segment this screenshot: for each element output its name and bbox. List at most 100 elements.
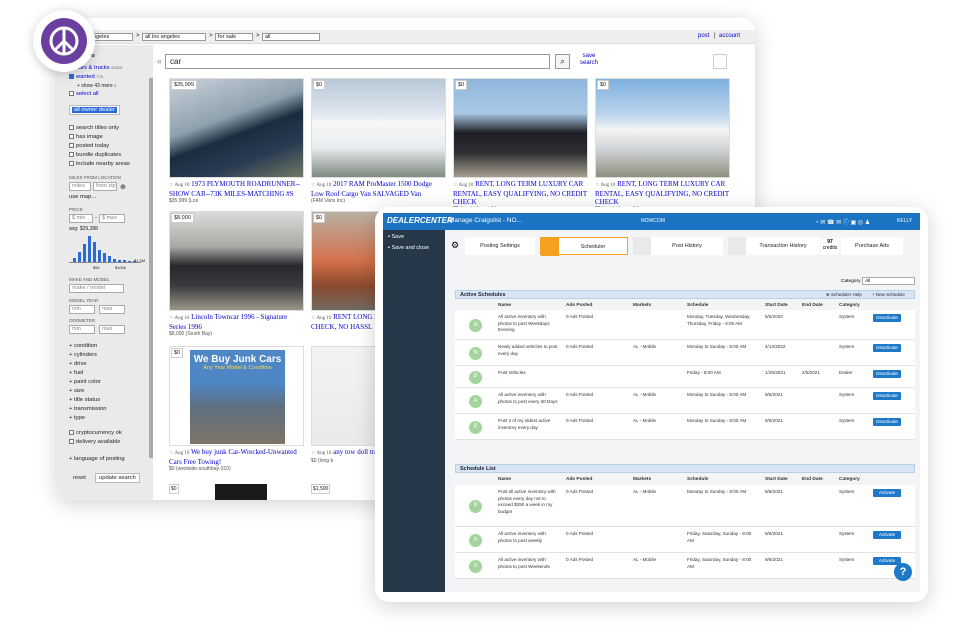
post-link[interactable]: post	[698, 33, 709, 39]
tab-purchase-ads[interactable]: Purchase Ads	[841, 237, 903, 255]
opt-titles[interactable]: search titles only	[69, 125, 119, 131]
filter-fuel[interactable]: + fuel	[69, 370, 83, 376]
user-menu[interactable]: KELLY	[897, 218, 912, 224]
year-max-input[interactable]: max	[99, 305, 125, 314]
show-more-link[interactable]: + show 43 more 0	[77, 83, 116, 89]
listing-meta: (FAM Vans Inc)	[311, 198, 346, 204]
make-input[interactable]: make / model	[69, 284, 124, 293]
tab-posting-settings[interactable]: Posting Settings	[465, 237, 535, 255]
listing-price: $0	[171, 348, 184, 358]
schedule-row[interactable]: A All active inventory with photos to pos…	[455, 310, 915, 340]
listing-image[interactable]: We Buy Junk Cars Any Year Model & Conditi…	[169, 346, 304, 446]
help-button[interactable]: ?	[894, 563, 912, 581]
wanted-filter[interactable]: wanted 776	[69, 74, 103, 80]
category-select[interactable]: All	[862, 277, 915, 285]
opt-image[interactable]: has image	[69, 134, 103, 140]
schedule-name: Post Vehicles	[498, 370, 526, 375]
price-max-input[interactable]: $ max	[99, 214, 125, 223]
filter-transmission[interactable]: + transmission	[69, 406, 107, 412]
tab-post-history[interactable]: Post History	[633, 237, 723, 255]
filter-title[interactable]: + title status	[69, 397, 100, 403]
tab-scheduler[interactable]: Scheduler	[540, 237, 628, 256]
schedule-name: Post all active inventory with photos ev…	[498, 489, 556, 514]
language-link[interactable]: + language of posting	[69, 456, 125, 462]
listing-image[interactable]: $0	[311, 78, 446, 178]
reset-link[interactable]: reset	[73, 475, 86, 481]
deactivate-button[interactable]: Deactivate	[873, 392, 901, 400]
gear-icon[interactable]: ⚙	[451, 240, 459, 251]
price-min-input[interactable]: $ min	[69, 214, 93, 223]
listing-card[interactable]: $0 ☆ Aug 10 RENT, LONG TERM LUXURY CAR RE…	[453, 78, 588, 212]
opt-nearby[interactable]: include nearby areas	[69, 161, 130, 167]
region-select[interactable]: all los angeles	[142, 33, 206, 41]
zip-input[interactable]: from zip	[93, 182, 117, 191]
listing-card[interactable]: $35,999 ☆ Aug 10 1973 PLYMOUTH ROADRUNNER…	[169, 78, 304, 204]
crypto-option[interactable]: cryptocurrency ok	[69, 430, 122, 436]
schedule-row[interactable]: P Post 2 of my oldest active inventory ev…	[455, 414, 915, 440]
dc-logo: DEALERCENTER	[387, 216, 453, 225]
filter-size[interactable]: + size	[69, 388, 84, 394]
filter-condition[interactable]: + condition	[69, 343, 97, 349]
odo-max-input[interactable]: max	[99, 325, 125, 334]
collapse-icon[interactable]: «	[157, 56, 162, 66]
filter-type[interactable]: + type	[69, 415, 85, 421]
year-min-input[interactable]: min	[69, 305, 95, 314]
activate-button[interactable]: Activate	[873, 531, 901, 539]
opt-bundle[interactable]: bundle duplicates	[69, 152, 121, 158]
owner-dealer-toggle[interactable]: all owner dealer	[69, 105, 120, 115]
section-select[interactable]: for sale	[215, 33, 253, 41]
listing-card[interactable]: $0 ☆ Aug 10 RENT, LONG TERM LUXURY CAR RE…	[595, 78, 730, 212]
activate-button[interactable]: Activate	[873, 489, 901, 497]
new-schedule-link[interactable]: + New Schedule	[872, 291, 905, 299]
listing-meta: $35,999 (Los	[169, 198, 199, 204]
odo-min-input[interactable]: min	[69, 325, 95, 334]
locate-icon[interactable]: ⊕	[120, 183, 126, 191]
listing-image[interactable]: $0	[595, 78, 730, 178]
listing-card[interactable]: We Buy Junk Cars Any Year Model & Conditi…	[169, 346, 304, 472]
listing-card[interactable]: $8,000 ☆ Aug 10 Lincoln Towncar 1996 - Si…	[169, 211, 304, 337]
miles-input[interactable]: miles	[69, 182, 91, 191]
schedule-row[interactable]: A All active inventory with photos to pos…	[455, 527, 915, 553]
delivery-option[interactable]: delivery available	[69, 439, 120, 445]
search-input[interactable]: car	[165, 54, 550, 69]
schedule-row[interactable]: P Post Vehicles Friday - 8:00 AM 1/29/2021 2…	[455, 366, 915, 388]
deactivate-button[interactable]: Deactivate	[873, 370, 901, 378]
schedule-row[interactable]: P Post all active inventory with photos e…	[455, 485, 915, 527]
category-select[interactable]: all	[262, 33, 320, 41]
schedule-name: All active inventory with photos to post…	[498, 557, 550, 569]
view-toggle[interactable]	[713, 54, 727, 69]
start-date: 9/6/2021	[765, 392, 783, 397]
filter-cylinders[interactable]: + cylinders	[69, 352, 97, 358]
market: AL - Mobile	[633, 344, 657, 349]
listing-image[interactable]: $35,999	[169, 78, 304, 178]
use-map-link[interactable]: use map...	[69, 194, 96, 200]
listing-image[interactable]: $8,000	[169, 211, 304, 311]
deactivate-button[interactable]: Deactivate	[873, 418, 901, 426]
sidebar-scrollbar[interactable]	[149, 78, 153, 458]
listing-image-9[interactable]	[215, 484, 267, 500]
save-close-button[interactable]: ▪ Save and close	[388, 245, 429, 251]
listing-image[interactable]: $0	[453, 78, 588, 178]
dc-header: DEALERCENTER Manage Craigslist - NO... N…	[383, 213, 920, 230]
deactivate-button[interactable]: Deactivate	[873, 314, 901, 322]
search-icon[interactable]: ⌕	[555, 54, 570, 69]
listing-card[interactable]: $0 ☆ Aug 10 2017 RAM ProMaster 1500 Dodge…	[311, 78, 446, 204]
save-search-link[interactable]: save search	[580, 53, 598, 67]
deactivate-button[interactable]: Deactivate	[873, 344, 901, 352]
update-search-button[interactable]: update search	[95, 473, 140, 483]
filter-paint[interactable]: + paint color	[69, 379, 101, 385]
market: AL - Mobile	[633, 489, 657, 494]
schedule-row[interactable]: A All active inventory with photos to pos…	[455, 553, 915, 579]
scheduler-help-link[interactable]: ⊕ Scheduler Help	[826, 291, 862, 299]
filter-drive[interactable]: + drive	[69, 361, 87, 367]
opt-today[interactable]: posted today	[69, 143, 109, 149]
account-link[interactable]: account	[719, 33, 740, 39]
dc-page-title: Manage Craigslist - NO...	[449, 217, 522, 224]
schedule-row[interactable]: N Newly added vehicles to post every day 0…	[455, 340, 915, 366]
select-all[interactable]: select all	[69, 91, 99, 97]
listing-meta: $0 (westside-southbay-310)	[169, 466, 231, 472]
notification-icons[interactable]: ◔ ✉ ☎ ✉ ⓘ ▣ ◎ ♟	[815, 217, 870, 226]
tab-transaction-history[interactable]: Transaction History	[728, 237, 820, 255]
schedule-row[interactable]: A All active inventory with photos to pos…	[455, 388, 915, 414]
save-button[interactable]: ▪ Save	[388, 234, 404, 240]
